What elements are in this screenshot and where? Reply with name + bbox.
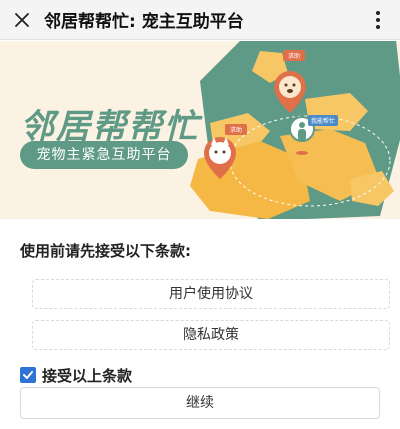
terms-heading: 使用前请先接受以下条款: bbox=[20, 242, 191, 260]
agree-terms-row[interactable]: 接受以上条款 bbox=[20, 365, 132, 385]
banner: 邻居帮帮忙 宠物主紧急互助平台 求助 求助 我能帮忙 bbox=[0, 41, 400, 219]
can-help-tag-label: 我能帮忙 bbox=[311, 117, 335, 125]
banner-subtitle: 宠物主紧急互助平台 bbox=[20, 141, 188, 169]
user-agreement-button[interactable]: 用户使用协议 bbox=[32, 279, 390, 309]
continue-button[interactable]: 继续 bbox=[20, 387, 380, 419]
checkmark-icon bbox=[23, 371, 33, 379]
privacy-policy-button[interactable]: 隐私政策 bbox=[32, 320, 390, 350]
close-button[interactable] bbox=[0, 0, 44, 40]
more-vertical-icon bbox=[376, 10, 380, 29]
more-options-button[interactable] bbox=[356, 0, 400, 40]
banner-illustration: 求助 求助 我能帮忙 bbox=[190, 41, 400, 219]
agree-checkbox[interactable] bbox=[20, 367, 36, 383]
close-icon bbox=[15, 12, 29, 27]
help-tag-top-label: 求助 bbox=[288, 52, 300, 60]
top-nav-bar: 邻居帮帮忙: 宠主互助平台 bbox=[0, 0, 400, 40]
agree-terms-label: 接受以上条款 bbox=[42, 366, 133, 385]
help-tag-left-label: 求助 bbox=[230, 126, 242, 134]
page-title: 邻居帮帮忙: 宠主互助平台 bbox=[44, 12, 244, 32]
